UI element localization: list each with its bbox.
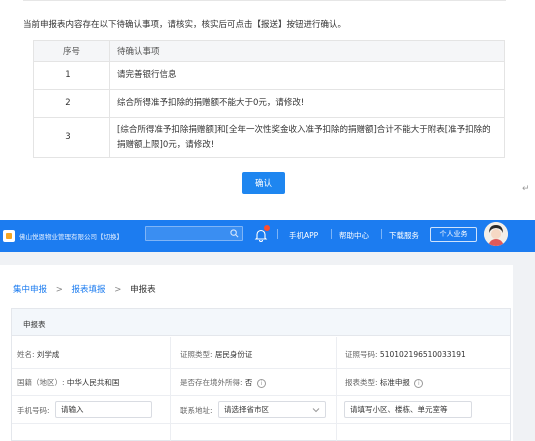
breadcrumb-item-centralized[interactable]: 集中申报 bbox=[13, 285, 47, 295]
table-row: 2 综合所得准予扣除的捐赠额不能大于0元，请修改! bbox=[33, 89, 505, 118]
company-switcher[interactable]: 佛山悦恩物业管理有限公司【切换】 bbox=[19, 231, 123, 241]
header-divider bbox=[381, 229, 382, 239]
confirm-notice: 当前申报表内容存在以下待确认事项，请核实，核实后可点击【报送】按钮进行确认。 bbox=[23, 20, 347, 30]
avatar[interactable] bbox=[484, 222, 508, 246]
column-divider bbox=[170, 337, 171, 441]
phone-label: 手机号码: bbox=[17, 406, 50, 415]
mobile-app-link[interactable]: 手机APP bbox=[289, 230, 318, 241]
id-number-label: 证照号码: bbox=[345, 350, 378, 359]
breadcrumb: 集中申报 > 报表填报 > 申报表 bbox=[13, 283, 156, 295]
return-mark: ↵ bbox=[522, 184, 530, 194]
overseas-income-field: 是否存在境外所得: 否 i bbox=[180, 377, 266, 388]
search-input[interactable] bbox=[145, 226, 243, 241]
row-item: 综合所得准予扣除的捐赠额不能大于0元，请修改! bbox=[109, 89, 505, 118]
nationality-field: 国籍（地区）: 中华人民共和国 bbox=[17, 377, 119, 388]
breadcrumb-separator: > bbox=[55, 285, 63, 295]
name-label: 姓名: bbox=[17, 350, 35, 359]
logo-icon bbox=[3, 230, 15, 242]
overseas-income-label: 是否存在境外所得: bbox=[180, 378, 243, 387]
id-number-value: 510102196510033191 bbox=[379, 350, 466, 359]
info-icon[interactable]: i bbox=[256, 378, 266, 388]
row-divider bbox=[12, 395, 510, 396]
row-item: [综合所得准予扣除捐赠额]和[全年一次性奖金收入准予扣除的捐赠额]合计不能大于附… bbox=[109, 117, 505, 158]
id-number-field: 证照号码: 510102196510033191 bbox=[345, 349, 466, 360]
row-item: 请完善银行信息 bbox=[109, 61, 505, 90]
overseas-income-value: 否 bbox=[244, 378, 253, 387]
address-detail-input[interactable]: 请填写小区、楼栋、单元室等 bbox=[344, 401, 472, 418]
breadcrumb-separator: > bbox=[114, 285, 122, 295]
personal-business-button[interactable]: 个人业务 bbox=[430, 227, 477, 242]
breadcrumb-item-current: 申报表 bbox=[130, 285, 156, 295]
column-header-item: 待确认事项 bbox=[109, 40, 505, 62]
row-divider bbox=[12, 423, 510, 424]
row-number: 2 bbox=[33, 89, 110, 118]
address-label: 联系地址: bbox=[180, 406, 213, 415]
id-type-label: 证照类型: bbox=[180, 350, 213, 359]
address-region-value: 请选择省市区 bbox=[224, 405, 269, 414]
row-divider bbox=[12, 368, 510, 369]
column-header-number: 序号 bbox=[33, 40, 110, 62]
name-value: 刘学成 bbox=[36, 350, 60, 359]
address-region-select[interactable]: 请选择省市区 bbox=[218, 401, 326, 418]
form-section-title: 申报表 bbox=[23, 320, 46, 329]
report-type-field: 报表类型: 标准申报 i bbox=[345, 377, 424, 388]
confirm-panel: 当前申报表内容存在以下待确认事项，请核实，核实后可点击【报送】按钮进行确认。 序… bbox=[0, 0, 535, 205]
row-number: 3 bbox=[33, 117, 110, 158]
table-row: 3 [综合所得准予扣除捐赠额]和[全年一次性奖金收入准予扣除的捐赠额]合计不能大… bbox=[33, 117, 505, 158]
header-divider bbox=[277, 229, 278, 239]
user-avatar-icon bbox=[484, 222, 508, 246]
pending-items-table: 序号 待确认事项 1 请完善银行信息 2 综合所得准予扣除的捐赠额不能大于0元，… bbox=[33, 40, 505, 158]
breadcrumb-item-form-fill[interactable]: 报表填报 bbox=[72, 285, 106, 295]
report-type-value: 标准申报 bbox=[379, 378, 410, 387]
info-icon[interactable]: i bbox=[414, 378, 424, 388]
nationality-label: 国籍（地区）: bbox=[17, 378, 65, 387]
report-type-label: 报表类型: bbox=[345, 378, 378, 387]
column-divider bbox=[336, 337, 337, 441]
name-field: 姓名: 刘学成 bbox=[17, 349, 59, 360]
panel-divider bbox=[23, 0, 506, 4]
phone-input[interactable]: 请输入 bbox=[55, 401, 152, 418]
table-row: 1 请完善银行信息 bbox=[33, 61, 505, 90]
id-type-value: 居民身份证 bbox=[214, 350, 253, 359]
chevron-down-icon bbox=[312, 408, 320, 413]
id-type-field: 证照类型: 居民身份证 bbox=[180, 349, 252, 360]
row-number: 1 bbox=[33, 61, 110, 90]
notification-dot bbox=[264, 225, 270, 231]
help-center-link[interactable]: 帮助中心 bbox=[339, 230, 369, 241]
download-service-link[interactable]: 下载服务 bbox=[389, 230, 419, 241]
form-header bbox=[12, 309, 510, 336]
search-icon[interactable] bbox=[230, 229, 239, 238]
nationality-value: 中华人民共和国 bbox=[66, 378, 120, 387]
header-divider bbox=[331, 229, 332, 239]
confirm-button[interactable]: 确认 bbox=[242, 172, 285, 194]
